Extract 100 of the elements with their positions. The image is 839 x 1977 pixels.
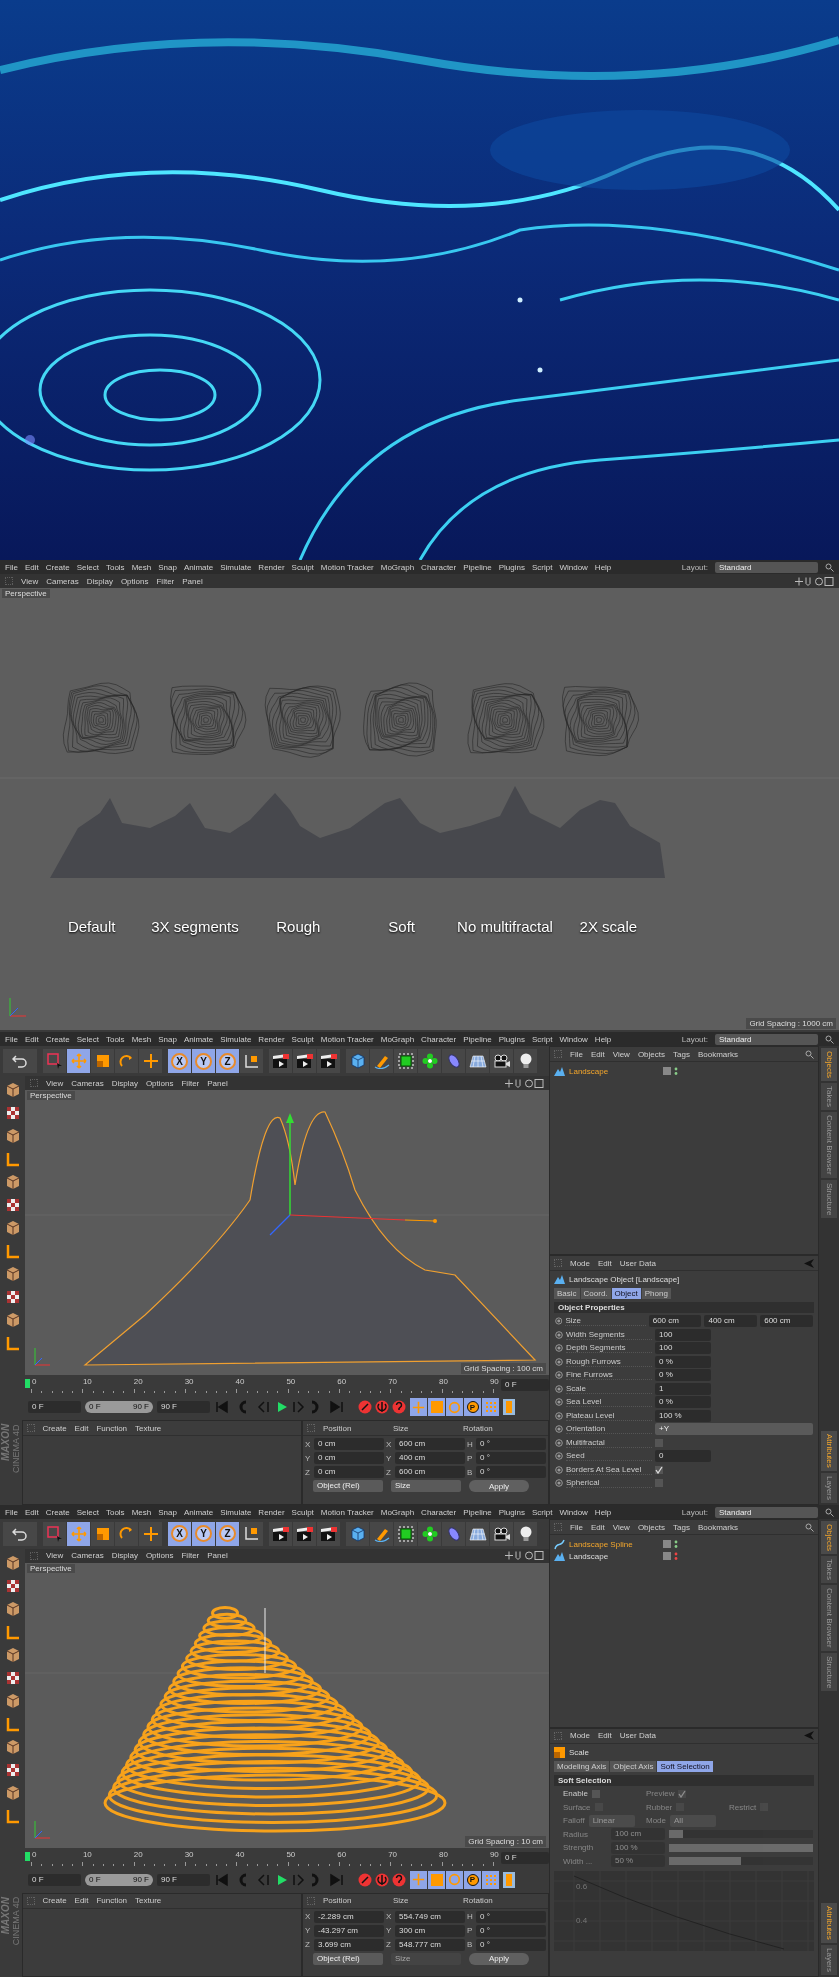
menu-item[interactable]: Edit: [590, 1049, 605, 1059]
menu-item[interactable]: Tools: [105, 1034, 125, 1044]
timeline-ruler[interactable]: 0 10 20 30 40 50 60 70 80 90: [25, 1376, 498, 1394]
tab[interactable]: Modeling Axis: [554, 1760, 610, 1772]
coordinate-field[interactable]: -43.297 cm: [314, 1924, 384, 1937]
cube-icon[interactable]: [4, 1554, 21, 1571]
current-frame-field[interactable]: 0 F: [501, 1379, 549, 1391]
coordinate-mode-dropdown[interactable]: Object (Rel): [313, 1480, 383, 1492]
axis-lock-button[interactable]: Z: [216, 1049, 239, 1073]
menu-item[interactable]: Simulate: [220, 562, 252, 572]
axis-lock-button[interactable]: Y: [192, 1521, 215, 1546]
tab[interactable]: Soft Selection: [657, 1760, 713, 1772]
side-tab[interactable]: Objects: [821, 1048, 837, 1082]
tool-button[interactable]: [466, 1521, 489, 1546]
current-frame-field[interactable]: 0 F: [501, 1851, 549, 1864]
l-shape-icon[interactable]: [4, 1335, 21, 1351]
checkbox[interactable]: [655, 1438, 663, 1447]
number-field[interactable]: 1: [655, 1382, 711, 1395]
tool-button[interactable]: [418, 1521, 441, 1546]
menu-item[interactable]: File: [570, 1522, 583, 1532]
menu-item[interactable]: Panel: [207, 1551, 228, 1561]
apply-button[interactable]: Apply: [469, 1952, 529, 1965]
menu-item[interactable]: Motion Tracker: [320, 1507, 374, 1517]
menu-item[interactable]: Display: [86, 576, 113, 586]
menu-item[interactable]: Motion Tracker: [320, 1034, 374, 1044]
menu-item[interactable]: Script: [531, 562, 553, 572]
menu-item[interactable]: Pipeline: [463, 1034, 492, 1044]
menu-item[interactable]: Mesh: [131, 1507, 152, 1517]
coordinate-field[interactable]: 0 °: [476, 1938, 546, 1951]
menu-item[interactable]: Window: [559, 562, 588, 572]
menu-item[interactable]: Help: [594, 1507, 612, 1517]
menu-item[interactable]: Snap: [158, 562, 177, 572]
menu-item[interactable]: Objects: [637, 1049, 665, 1059]
view-controls-icon[interactable]: [794, 576, 834, 586]
menu-item[interactable]: Snap: [158, 1507, 177, 1517]
menu-item[interactable]: Texture: [135, 1423, 162, 1433]
l-shape-icon[interactable]: [4, 1623, 21, 1640]
tool-button[interactable]: [293, 1049, 316, 1073]
menu-item[interactable]: Edit: [74, 1896, 89, 1906]
cube-icon[interactable]: [4, 1600, 21, 1617]
menu-item[interactable]: Edit: [24, 1034, 39, 1044]
object-row[interactable]: Landscape: [554, 1550, 814, 1562]
checker-icon[interactable]: [4, 1197, 21, 1213]
cube-icon[interactable]: [4, 1646, 21, 1663]
coordinate-field[interactable]: 0 °: [476, 1924, 546, 1937]
menu-item[interactable]: Edit: [590, 1522, 605, 1532]
side-tab[interactable]: Attributes: [821, 1431, 837, 1471]
tab[interactable]: Object: [611, 1288, 641, 1299]
side-tab[interactable]: Layers: [821, 1945, 837, 1975]
number-field[interactable]: 100 %: [655, 1409, 711, 1422]
coordinate-field[interactable]: 0 cm: [314, 1438, 384, 1450]
menu-item[interactable]: Motion Tracker: [320, 562, 374, 572]
l-shape-icon[interactable]: [4, 1715, 21, 1732]
menu-item[interactable]: Bookmarks: [697, 1049, 738, 1059]
object-row[interactable]: Landscape Spline: [554, 1538, 814, 1550]
menu-item[interactable]: Snap: [158, 1034, 177, 1044]
menu-item[interactable]: Render: [258, 1507, 285, 1517]
key-toggle-button[interactable]: [482, 1870, 499, 1889]
coordinate-field[interactable]: 548.777 cm: [395, 1938, 465, 1951]
menu-item[interactable]: Bookmarks: [697, 1522, 738, 1532]
viewport[interactable]: Perspective Default 3X segments Rough Soft No multifractal 2X scale Grid Spacing : 1000 cm: [0, 588, 839, 1030]
menu-item[interactable]: MoGraph: [380, 562, 415, 572]
menu-item[interactable]: User Data: [619, 1731, 656, 1741]
menu-item[interactable]: Cameras: [46, 576, 79, 586]
view-controls-icon[interactable]: [504, 1078, 544, 1088]
l-shape-icon[interactable]: [4, 1243, 21, 1259]
tool-button[interactable]: [514, 1049, 537, 1073]
coordinate-field[interactable]: 0 °: [476, 1910, 546, 1923]
start-frame-field[interactable]: 0 F: [28, 1873, 81, 1886]
end-frame-field[interactable]: 90 F: [157, 1873, 210, 1886]
coordinate-field[interactable]: 400 cm: [395, 1452, 465, 1464]
menu-item[interactable]: Render: [258, 1034, 285, 1044]
menu-item[interactable]: Simulate: [220, 1034, 252, 1044]
tool-button[interactable]: [514, 1521, 537, 1546]
layout-dropdown[interactable]: Standard: [715, 561, 818, 573]
menu-item[interactable]: Filter: [181, 1551, 200, 1561]
menu-item[interactable]: Window: [559, 1034, 588, 1044]
menu-item[interactable]: Plugins: [498, 1034, 525, 1044]
side-tab[interactable]: Takes: [821, 1556, 837, 1584]
menu-item[interactable]: Cameras: [71, 1551, 104, 1561]
menu-item[interactable]: Panel: [207, 1078, 228, 1088]
menu-item[interactable]: Window: [559, 1507, 588, 1517]
tab[interactable]: Basic: [554, 1288, 580, 1299]
menu-item[interactable]: Texture: [135, 1896, 162, 1906]
checker-icon[interactable]: [4, 1761, 21, 1778]
checkbox[interactable]: [655, 1479, 663, 1488]
menu-item[interactable]: Create: [42, 1896, 67, 1906]
menu-item[interactable]: Sculpt: [291, 562, 314, 572]
menu-item[interactable]: Animate: [183, 562, 214, 572]
side-tab[interactable]: Takes: [821, 1083, 837, 1111]
menu-item[interactable]: Create: [45, 562, 70, 572]
menu-item[interactable]: View: [612, 1522, 630, 1532]
key-toggle-button[interactable]: [446, 1870, 463, 1889]
number-field[interactable]: 600 cm: [648, 1315, 702, 1328]
l-shape-icon[interactable]: [4, 1807, 21, 1824]
side-tab[interactable]: Structure: [821, 1179, 837, 1219]
menu-item[interactable]: Tools: [105, 1507, 125, 1517]
menu-item[interactable]: File: [570, 1049, 583, 1059]
number-field[interactable]: 600 cm: [760, 1315, 813, 1328]
tool-button[interactable]: [240, 1521, 263, 1546]
